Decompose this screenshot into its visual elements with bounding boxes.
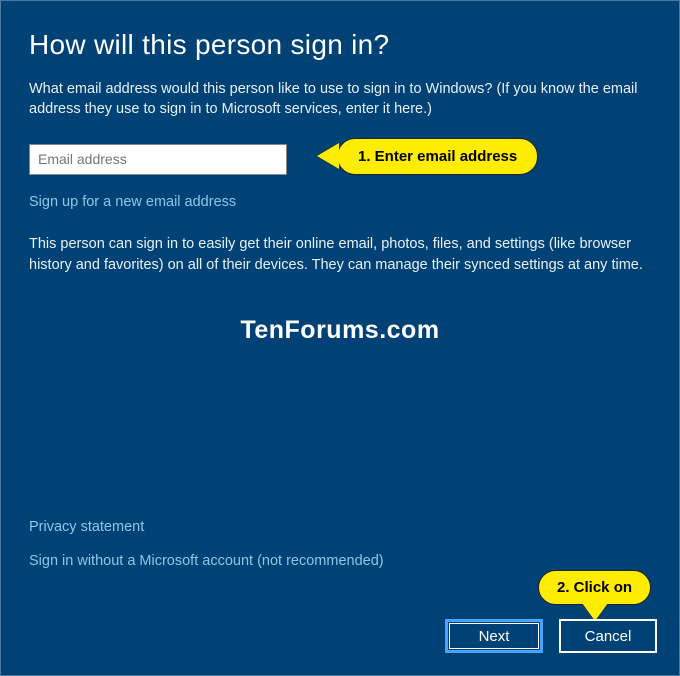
description-text: What email address would this person lik… <box>29 79 651 120</box>
bottom-links: Privacy statement Sign in without a Micr… <box>29 519 384 587</box>
watermark-text: TenForums.com <box>29 316 651 345</box>
callout-arrow-icon <box>317 143 339 169</box>
page-title: How will this person sign in? <box>29 29 651 61</box>
button-row: Next Cancel <box>445 619 657 653</box>
annotation-label: 2. Click on <box>538 570 651 605</box>
email-input-row: 1. Enter email address <box>29 144 651 175</box>
no-microsoft-account-link[interactable]: Sign in without a Microsoft account (not… <box>29 553 384 569</box>
annotation-step-1: 1. Enter email address <box>317 138 538 175</box>
privacy-link[interactable]: Privacy statement <box>29 519 384 535</box>
cancel-button[interactable]: Cancel <box>559 619 657 653</box>
annotation-label: 1. Enter email address <box>337 138 538 175</box>
info-text: This person can sign in to easily get th… <box>29 234 651 276</box>
next-button[interactable]: Next <box>445 619 543 653</box>
annotation-step-2: 2. Click on <box>538 570 651 621</box>
email-field[interactable] <box>29 144 287 175</box>
signup-link[interactable]: Sign up for a new email address <box>29 194 236 210</box>
